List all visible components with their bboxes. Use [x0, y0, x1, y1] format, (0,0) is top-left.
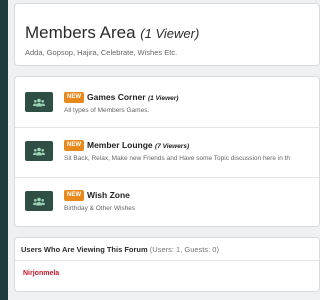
category-title-text[interactable]: Members Area — [25, 23, 136, 42]
left-sidebar-strip — [0, 0, 8, 300]
forum-viewer-count: (7 Viewers) — [155, 143, 190, 150]
forum-list: NEW Games Corner (1 Viewer) All types of… — [14, 76, 320, 227]
forum-row-wish-zone[interactable]: NEW Wish Zone Birthday & Other Wishes — [15, 177, 319, 227]
forum-title-text[interactable]: Games Corner — [87, 92, 146, 102]
new-badge: NEW — [64, 140, 84, 151]
forum-title[interactable]: Member Lounge (7 Viewers) — [87, 140, 189, 150]
category-header: Members Area (1 Viewer) Adda, Gopsop, Ha… — [14, 3, 320, 66]
users-icon[interactable] — [25, 191, 53, 211]
forum-row-games-corner[interactable]: NEW Games Corner (1 Viewer) All types of… — [15, 77, 319, 128]
users-viewing-counts: (Users: 1, Guests: 0) — [149, 245, 219, 254]
category-title[interactable]: Members Area (1 Viewer) — [25, 23, 199, 43]
viewing-user-link[interactable]: Nirjonmela — [23, 270, 59, 277]
forum-description: Birthday & Other Wishes — [64, 205, 136, 212]
users-icon[interactable] — [25, 92, 53, 112]
forum-description: All types of Members Games. — [64, 107, 150, 114]
forum-title[interactable]: Wish Zone — [87, 190, 130, 200]
new-badge: NEW — [64, 190, 84, 201]
forum-title[interactable]: Games Corner (1 Viewer) — [87, 92, 178, 102]
forum-row-member-lounge[interactable]: NEW Member Lounge (7 Viewers) Sit Back, … — [15, 127, 319, 178]
forum-title-text[interactable]: Wish Zone — [87, 190, 130, 200]
users-viewing-label: Users Who Are Viewing This Forum — [21, 245, 148, 254]
users-viewing-heading: Users Who Are Viewing This Forum (Users:… — [21, 245, 219, 254]
new-badge: NEW — [64, 92, 84, 103]
forum-description: Sit Back, Relax, Make new Friends and Ha… — [64, 155, 291, 162]
category-viewer-count: (1 Viewer) — [140, 26, 200, 41]
users-icon[interactable] — [25, 141, 53, 161]
category-description: Adda, Gopsop, Hajira, Celebrate, Wishes … — [25, 48, 178, 57]
users-viewing-block: Users Who Are Viewing This Forum (Users:… — [14, 237, 320, 292]
users-viewing-header: Users Who Are Viewing This Forum (Users:… — [15, 238, 319, 261]
forum-title-text[interactable]: Member Lounge — [87, 140, 153, 150]
forum-viewer-count: (1 Viewer) — [147, 95, 179, 102]
